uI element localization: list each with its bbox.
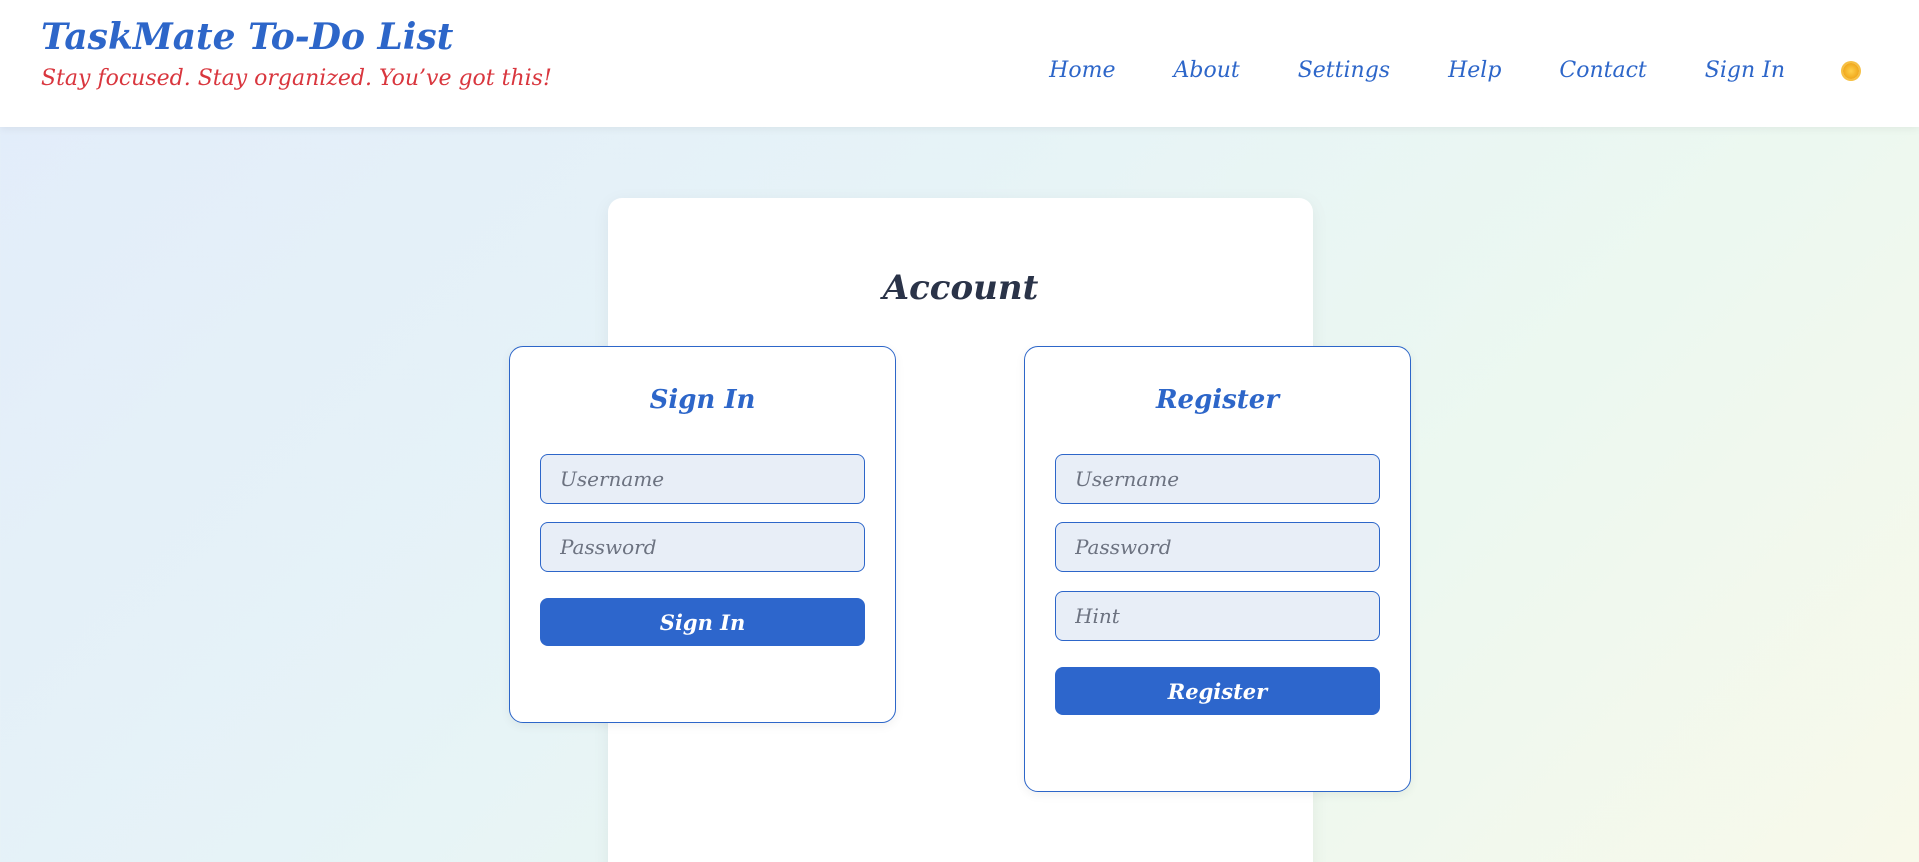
account-title: Account — [882, 268, 1039, 308]
nav-help-link[interactable]: Help — [1448, 58, 1501, 83]
main-nav: Home About Settings Help Contact Sign In — [1049, 58, 1859, 83]
nav-contact-link[interactable]: Contact — [1559, 58, 1646, 83]
nav-settings-link[interactable]: Settings — [1298, 58, 1390, 83]
signin-title: Sign In — [649, 385, 756, 415]
register-title: Register — [1155, 385, 1280, 415]
app-title: TaskMate To-Do List — [41, 16, 454, 58]
register-button[interactable]: Register — [1055, 667, 1380, 715]
app-tagline: Stay focused. Stay organized. You’ve got… — [41, 66, 552, 91]
register-password-input[interactable] — [1055, 522, 1380, 572]
signin-card: Sign In Sign In — [509, 346, 896, 723]
signin-button[interactable]: Sign In — [540, 598, 865, 646]
sun-icon[interactable] — [1843, 62, 1859, 79]
nav-about-link[interactable]: About — [1173, 58, 1239, 83]
top-header: TaskMate To-Do List Stay focused. Stay o… — [0, 0, 1919, 127]
signin-password-input[interactable] — [540, 522, 865, 572]
register-username-input[interactable] — [1055, 454, 1380, 504]
nav-home-link[interactable]: Home — [1049, 58, 1115, 83]
nav-signin-link[interactable]: Sign In — [1705, 58, 1785, 83]
register-card: Register Register — [1024, 346, 1411, 792]
register-hint-input[interactable] — [1055, 591, 1380, 641]
signin-username-input[interactable] — [540, 454, 865, 504]
